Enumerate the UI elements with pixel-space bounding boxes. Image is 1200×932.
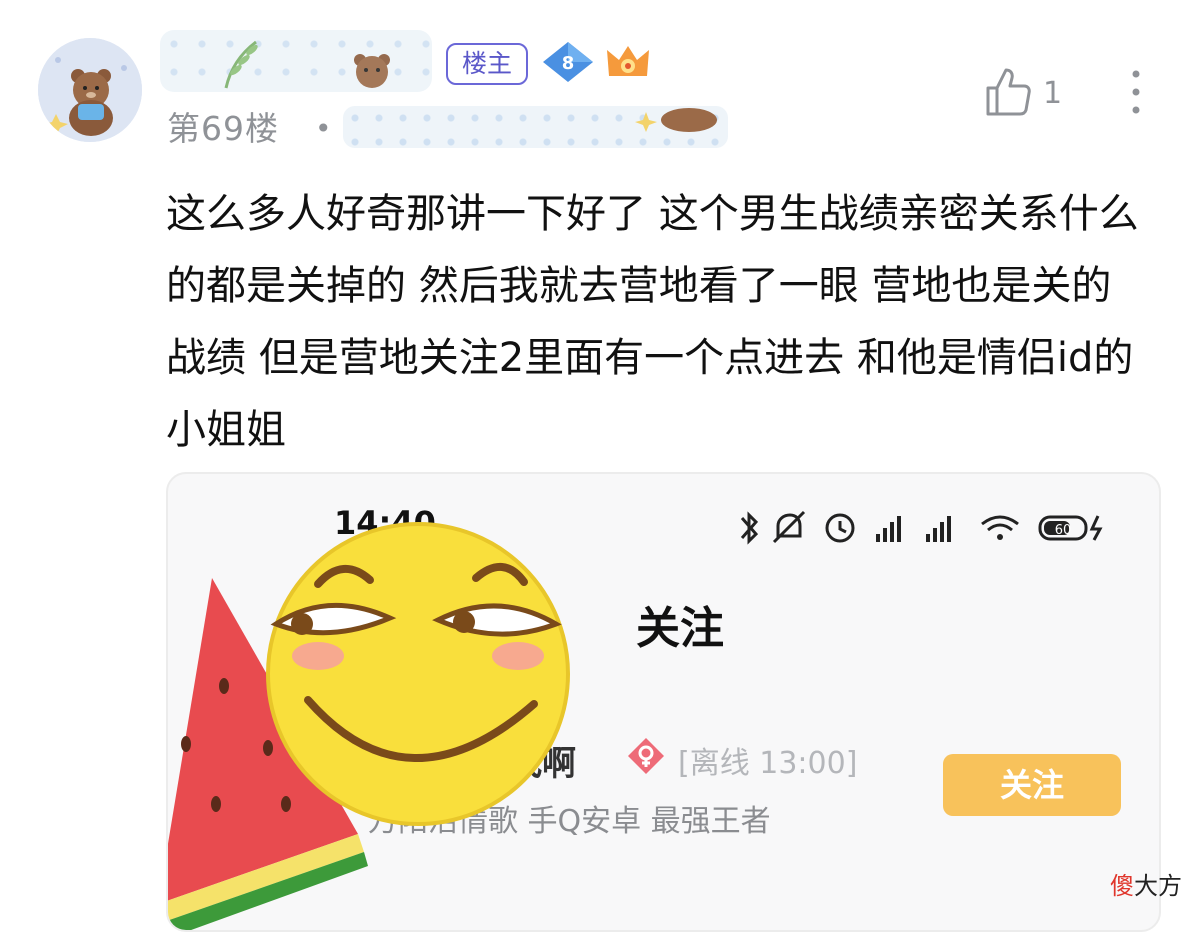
crown-badge-icon: [607, 46, 649, 76]
battery-level: 60: [1055, 523, 1072, 538]
owner-badge: 楼主: [446, 43, 528, 85]
offline-status: [离线 13:00]: [678, 746, 858, 781]
diamond-level-icon: 8: [543, 42, 593, 82]
bear-avatar-icon: [38, 38, 142, 142]
signal-icon: [876, 516, 901, 542]
watermark-rest: 大方: [1134, 872, 1182, 900]
user-avatar[interactable]: [38, 38, 142, 142]
watermelon-sticker-icon: [168, 578, 368, 930]
level-number: 8: [562, 53, 575, 74]
alarm-icon: [825, 513, 855, 543]
more-vertical-icon: [1132, 70, 1140, 114]
bell-muted-icon: [772, 510, 806, 544]
female-gender-icon: [628, 738, 664, 774]
wifi-icon: [981, 515, 1019, 540]
battery-icon: 60: [1038, 515, 1103, 541]
watermark: 傻大方: [1110, 866, 1182, 901]
title-decoration-icon: [635, 108, 717, 132]
level-badge[interactable]: 8: [541, 40, 595, 84]
like-button[interactable]: [984, 66, 1032, 118]
attached-screenshot[interactable]: 14:40 60 关注 找啊 [离线 13:00] 万阳活情歌 手Q安卓 最强王…: [166, 472, 1161, 932]
screenshot-page-title: 关注: [636, 603, 724, 654]
follow-button[interactable]: 关注: [943, 754, 1121, 816]
title-banner: [343, 106, 728, 148]
meta-separator: •: [315, 112, 332, 145]
honor-badge[interactable]: [603, 42, 653, 82]
signal-icon-2: [926, 516, 951, 542]
followed-user-name: 找啊: [508, 744, 576, 784]
user-description: 万阳活情歌 手Q安卓 最强王者: [368, 804, 771, 839]
like-count: 1: [1043, 76, 1063, 111]
floor-number: 第69楼: [167, 109, 279, 148]
more-options-button[interactable]: [1126, 68, 1146, 118]
thumbs-up-icon: [986, 68, 1031, 116]
status-bar-icons: 60: [740, 510, 1103, 545]
watermark-first-char: 傻: [1110, 872, 1134, 900]
nickname-banner[interactable]: [160, 30, 432, 92]
post-content: 这么多人好奇那讲一下好了 这个男生战绩亲密关系什么的都是关掉的 然后我就去营地看…: [166, 191, 1139, 453]
status-time: 14:40: [334, 504, 436, 542]
nickname-decoration-icon: [224, 40, 390, 89]
bluetooth-icon: [740, 511, 759, 545]
